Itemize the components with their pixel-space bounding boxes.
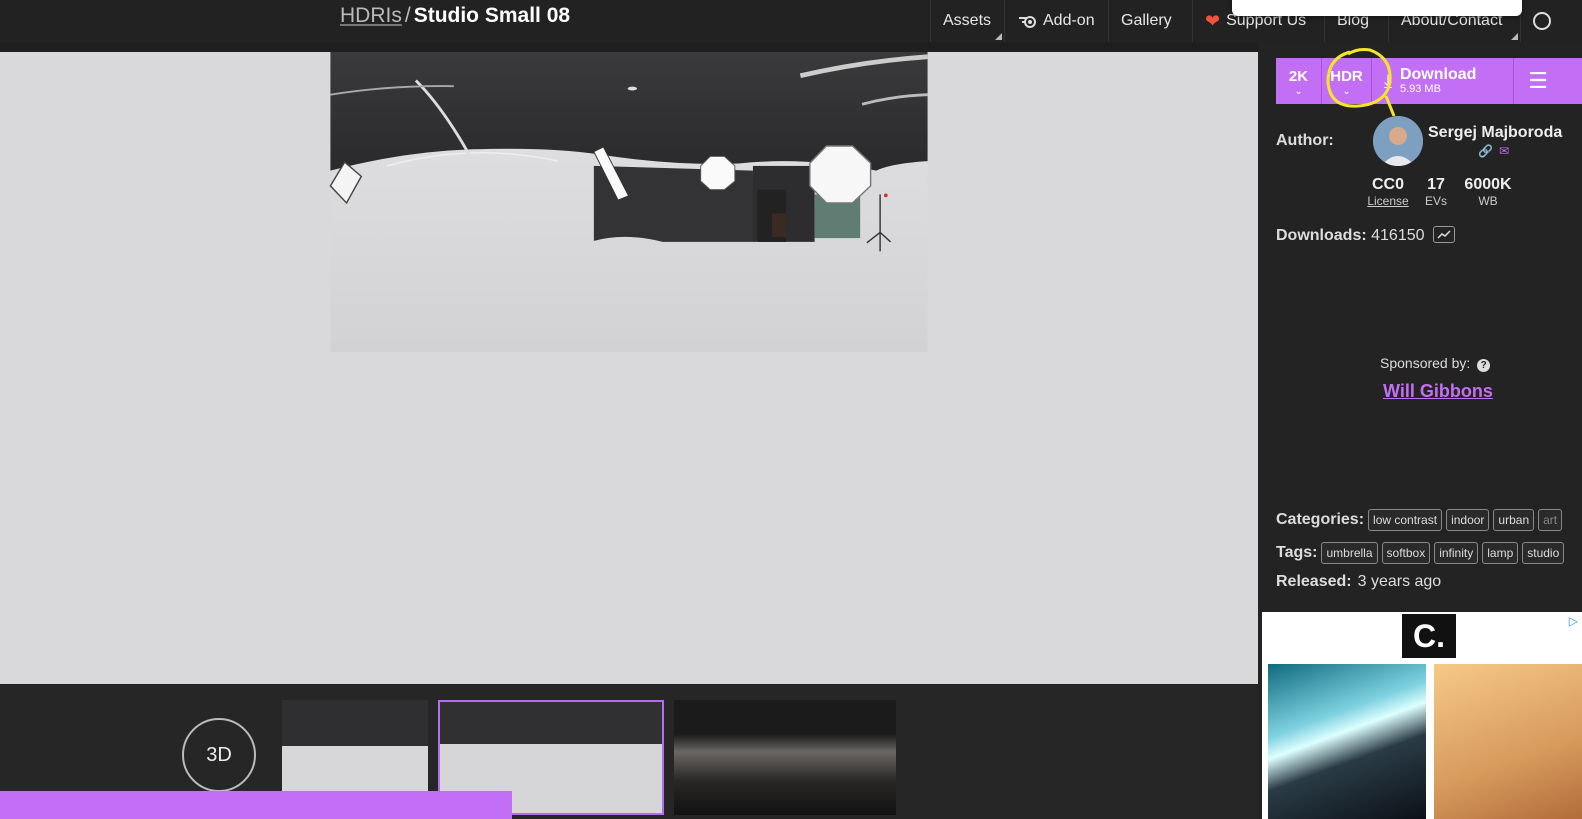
top-bar: HDRIs / Studio Small 08 Assets Add-on Gall… [0,0,1582,42]
evs-label: EVs [1424,194,1447,208]
categories-label: Categories: [1276,511,1365,528]
category-tag[interactable]: urban [1493,509,1535,531]
released-value: 3 years ago [1357,573,1442,590]
blender-icon [1019,16,1036,28]
nav-addon[interactable]: Add-on [1004,0,1108,42]
license-value: CC0 [1371,176,1404,193]
heart-icon: ❤ [1205,10,1221,31]
user-icon [1533,12,1551,30]
author-avatar[interactable] [1373,116,1423,166]
view-3d-label: 3D [206,743,232,766]
download-size: 5.93 MB [1399,83,1441,95]
released-row: Released: 3 years ago [1276,570,1441,594]
annotation-circle [1326,48,1396,116]
breadcrumb: HDRIs / Studio Small 08 [340,4,570,28]
nav-assets[interactable]: Assets [930,0,1004,42]
nav-addon-label: Add-on [1043,12,1095,29]
tag-chip[interactable]: softbox [1381,542,1431,564]
help-icon[interactable]: ? [1477,359,1491,372]
sponsor-label: Sponsored by: [1380,355,1471,371]
tags-row: Tags: umbrella softbox infinity lamp stu… [1276,541,1565,565]
resolution-value: 2K [1288,67,1309,85]
ad-image[interactable] [1434,664,1582,819]
download-label: Download [1399,66,1477,83]
ad-image[interactable] [1268,664,1426,819]
bottom-banner[interactable] [0,791,512,819]
hdri-viewer[interactable] [0,52,1258,684]
page: HDRIs / Studio Small 08 Assets Add-on Gall… [0,0,1582,819]
preview-thumbnail[interactable] [674,700,896,815]
avatar-image [1373,116,1423,166]
tag-chip[interactable]: lamp [1482,542,1519,564]
downloads-value: 416150 [1371,227,1425,244]
license-link[interactable]: License [1367,194,1408,208]
chevron-down-icon: ⌄ [1294,85,1303,96]
nav-gallery-label: Gallery [1121,12,1172,29]
downloads-count: Downloads: 416150 [1276,226,1455,245]
released-label: Released: [1276,573,1352,590]
dropdown-corner-icon [1511,33,1518,40]
nav-gallery[interactable]: Gallery [1108,0,1192,42]
author-label: Author: [1276,132,1334,149]
panorama-image [329,52,928,352]
advertisement[interactable]: C. ▷ [1262,612,1582,819]
sponsor-label-row: Sponsored by: ? [1380,355,1491,372]
hamburger-menu-icon[interactable]: ☰ [1514,58,1562,104]
author-name[interactable]: Sergej Majboroda [1428,124,1562,142]
breadcrumb-separator: / [404,4,411,27]
category-tag[interactable]: indoor [1446,509,1490,531]
author-links: 🔗 ✉ [1478,144,1509,158]
evs-stat: 17 EVs [1420,176,1452,208]
tags-label: Tags: [1276,544,1318,561]
breadcrumb-hdris-link[interactable]: HDRIs [340,4,402,27]
wb-label: WB [1478,194,1498,208]
trend-graph-icon[interactable] [1432,226,1455,244]
nav-account[interactable] [1520,0,1582,42]
adchoices-icon[interactable]: ▷ [1569,614,1578,628]
tag-chip[interactable]: infinity [1434,542,1479,564]
wb-stat: 6000K WB [1460,176,1516,208]
nav-assets-label: Assets [943,12,992,29]
wb-value: 6000K [1464,176,1512,193]
dropdown-corner-icon [995,33,1002,40]
overlay-popup [1232,0,1522,16]
license-stat: CC0 License [1364,176,1412,208]
category-tag[interactable]: low contrast [1368,509,1443,531]
ad-logo: C. [1402,614,1456,658]
category-tag[interactable]: art [1538,509,1563,531]
sponsor-link[interactable]: Will Gibbons [1383,381,1493,402]
downloads-label: Downloads: [1276,227,1367,244]
categories-row: Categories: low contrast indoor urban ar… [1276,508,1563,532]
page-title: Studio Small 08 [413,4,571,27]
tag-chip[interactable]: umbrella [1321,542,1378,564]
mail-icon[interactable]: ✉ [1499,144,1509,158]
evs-value: 17 [1427,176,1445,193]
link-icon[interactable]: 🔗 [1478,144,1493,158]
view-3d-button[interactable]: 3D [182,718,256,792]
resolution-select[interactable]: 2K ⌄ [1276,58,1322,104]
tag-chip[interactable]: studio [1522,542,1565,564]
